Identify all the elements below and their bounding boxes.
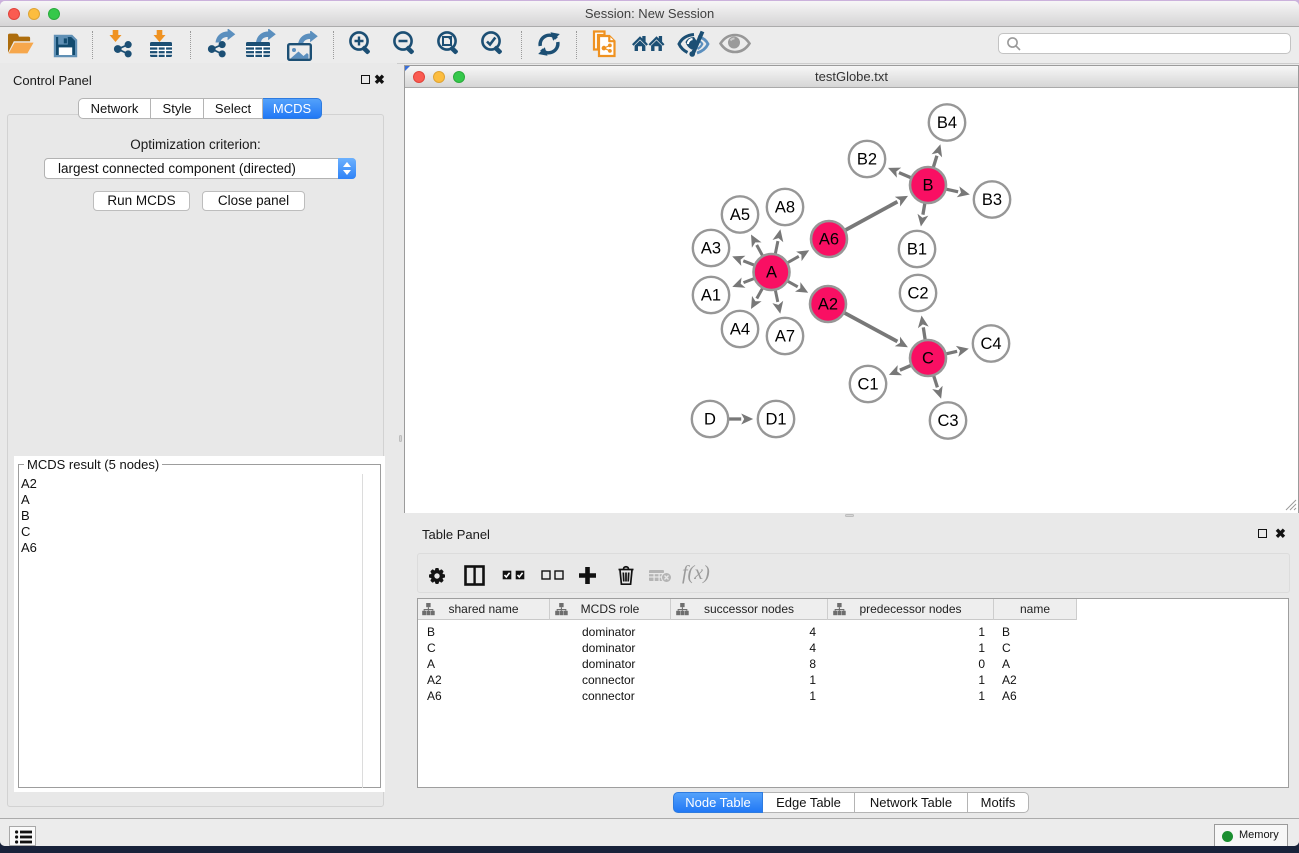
svg-text:C2: C2 — [907, 285, 928, 303]
svg-text:C: C — [922, 350, 934, 368]
svg-text:C1: C1 — [857, 376, 878, 394]
svg-text:B3: B3 — [982, 191, 1002, 209]
svg-text:A5: A5 — [730, 206, 750, 224]
svg-text:A8: A8 — [775, 199, 795, 217]
svg-text:B1: B1 — [907, 241, 927, 259]
svg-text:A6: A6 — [819, 231, 839, 249]
svg-text:A4: A4 — [730, 321, 750, 339]
svg-text:B2: B2 — [857, 151, 877, 169]
svg-text:A1: A1 — [701, 287, 721, 305]
svg-text:A: A — [766, 264, 777, 282]
svg-text:D: D — [704, 411, 716, 429]
svg-text:A2: A2 — [818, 296, 838, 314]
svg-text:C3: C3 — [937, 412, 958, 430]
svg-text:B4: B4 — [937, 114, 957, 132]
svg-text:A3: A3 — [701, 240, 721, 258]
svg-text:D1: D1 — [765, 411, 786, 429]
svg-text:B: B — [922, 177, 933, 195]
svg-text:C4: C4 — [980, 335, 1001, 353]
svg-text:A7: A7 — [775, 328, 795, 346]
